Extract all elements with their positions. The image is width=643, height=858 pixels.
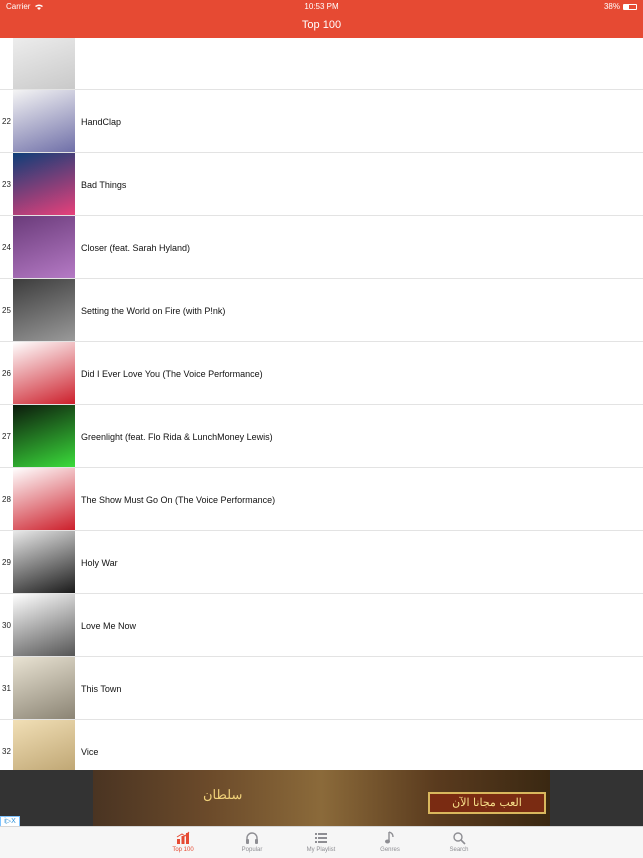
album-art [13, 657, 75, 719]
track-rank: 22 [2, 117, 11, 126]
track-rank: 32 [2, 747, 11, 756]
navigation-header: Carrier 10:53 PM 38% Top 100 [0, 0, 643, 38]
track-rank: 27 [2, 432, 11, 441]
ad-logo: سلطان [203, 788, 243, 803]
track-title: Did I Ever Love You (The Voice Performan… [81, 369, 263, 379]
tab-label: Genres [380, 847, 400, 853]
track-row[interactable]: 31 This Town [0, 657, 643, 720]
track-rank: 23 [2, 180, 11, 189]
album-art [13, 216, 75, 278]
ad-cta-button[interactable]: العب مجانا الآن [428, 792, 546, 814]
album-art [13, 468, 75, 530]
album-art [13, 531, 75, 593]
search-icon [453, 832, 466, 845]
track-title: Bad Things [81, 180, 127, 190]
track-title: Holy War [81, 558, 118, 568]
track-list[interactable]: 22 HandClap 23 Bad Things 24 Closer (feat. Sa… [0, 38, 643, 770]
album-art [13, 38, 75, 89]
track-row[interactable]: 30 Love Me Now [0, 594, 643, 657]
status-time: 10:53 PM [304, 2, 339, 11]
track-title: Closer (feat. Sarah Hyland) [81, 243, 191, 253]
album-art [13, 405, 75, 467]
tab-label: Search [449, 847, 469, 853]
track-title: Love Me Now [81, 621, 137, 631]
track-row[interactable]: 32 Vice [0, 720, 643, 770]
track-row[interactable]: 25 Setting the World on Fire (with P!nk) [0, 279, 643, 342]
battery-icon [623, 3, 637, 10]
track-title: Greenlight (feat. Flo Rida & LunchMoney … [81, 432, 273, 442]
album-art [13, 720, 75, 770]
track-rank: 24 [2, 243, 11, 252]
tab-top-100[interactable]: Top 100 [153, 831, 213, 853]
track-row[interactable]: 26 Did I Ever Love You (The Voice Perform… [0, 342, 643, 405]
tab-genres[interactable]: Genres [360, 831, 420, 853]
track-title: Vice [81, 747, 99, 757]
track-row[interactable]: 23 Bad Things [0, 153, 643, 216]
track-title: This Town [81, 684, 122, 694]
list-icon [315, 833, 327, 843]
tab-search[interactable]: Search [429, 831, 489, 853]
track-row[interactable] [0, 38, 643, 90]
headphones-icon [246, 832, 258, 844]
tab-bar: Top 100 Popular My Playlist Genres Searc… [0, 826, 643, 858]
tab-label: Top 100 [172, 847, 194, 853]
track-rank: 31 [2, 684, 11, 693]
track-rank: 26 [2, 369, 11, 378]
tab-label: Popular [241, 847, 263, 853]
track-row[interactable]: 24 Closer (feat. Sarah Hyland) [0, 216, 643, 279]
album-art [13, 279, 75, 341]
tab-label: My Playlist [306, 847, 336, 853]
track-row[interactable]: 22 HandClap [0, 90, 643, 153]
chart-icon [176, 831, 190, 844]
battery-indicator: 38% [604, 2, 637, 11]
track-row[interactable]: 28 The Show Must Go On (The Voice Perform… [0, 468, 643, 531]
ad-banner[interactable]: سلطان العب مجانا الآن i▷X [0, 770, 643, 827]
track-title: The Show Must Go On (The Voice Performan… [81, 495, 276, 505]
battery-percent: 38% [603, 2, 620, 11]
track-row[interactable]: 29 Holy War [0, 531, 643, 594]
ad-image[interactable]: سلطان العب مجانا الآن [93, 770, 550, 826]
track-row[interactable]: 27 Greenlight (feat. Flo Rida & LunchMone… [0, 405, 643, 468]
page-title: Top 100 [301, 19, 342, 31]
track-rank: 30 [2, 621, 11, 630]
tab-popular[interactable]: Popular [222, 831, 282, 853]
track-rank: 25 [2, 306, 11, 315]
track-title: Setting the World on Fire (with P!nk) [81, 306, 226, 316]
album-art [13, 153, 75, 215]
track-rank: 28 [2, 495, 11, 504]
track-title: HandClap [81, 117, 122, 127]
tab-my-playlist[interactable]: My Playlist [291, 831, 351, 853]
music-note-icon [385, 831, 394, 844]
track-rank: 29 [2, 558, 11, 567]
album-art [13, 342, 75, 404]
album-art [13, 594, 75, 656]
album-art [13, 90, 75, 152]
